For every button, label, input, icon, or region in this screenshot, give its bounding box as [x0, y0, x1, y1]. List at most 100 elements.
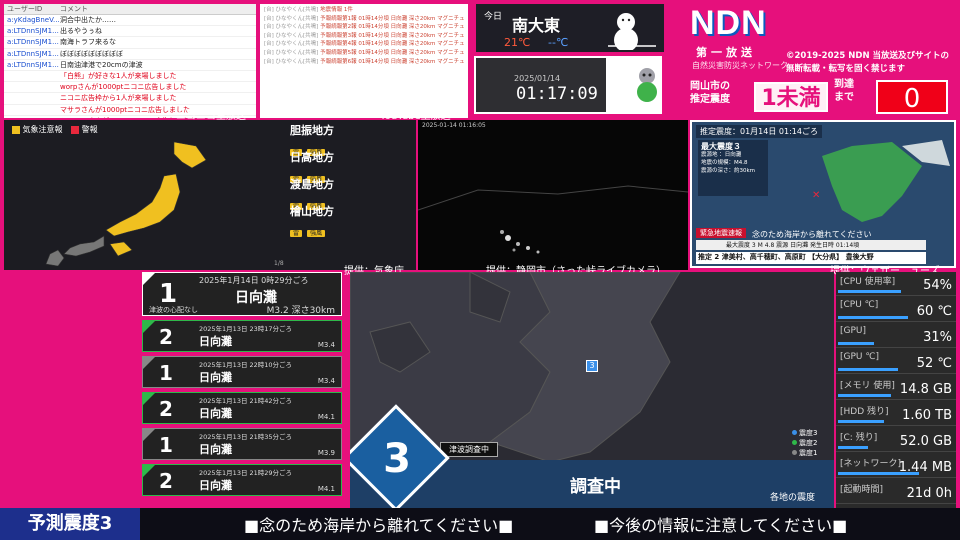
quake-item[interactable]: 1 2025年1月14日 0時29分ごろ 日向灘 津波の心配なし M3.2 深さ… [142, 272, 342, 316]
ndn-branding: NDN 第一放送 自然災害防災ネットワーク ©2019-2025 NDN 当放送… [690, 4, 956, 116]
quake-log-panel: [台] ひなやくん[共鳴] 地震情報 1件 [台] ひなやくん[共鳴] 予報続報第… [260, 4, 468, 118]
comment-row: 「白熊」が好きな1人が来場しました [4, 71, 256, 83]
stat-key: [CPU ℃] [840, 300, 879, 310]
stat-bar [838, 420, 884, 423]
temp-high: 21℃ [504, 36, 531, 49]
japan-map [45, 141, 207, 266]
ticker-message-2: ■今後の情報に注意してください■ [594, 516, 848, 535]
quake-item[interactable]: 2 2025年1月13日 21時42分ごろ 日向灘 M4.1 [142, 392, 342, 424]
comments-header: ユーザーID コメント [4, 4, 256, 15]
city-line1: 岡山市の [690, 81, 730, 92]
comment-row: a:yKdagBneV... 洞合中出たか…… [4, 15, 256, 27]
weather-location: 南大東 [512, 16, 561, 35]
stat-key: [起動時間] [840, 485, 884, 495]
ndn-logo: NDN [690, 4, 767, 42]
header-user: ユーザーID [7, 5, 43, 13]
clock-panel: 2025/01/14 01:17:09 [474, 56, 662, 114]
temp-low: --℃ [548, 36, 569, 49]
legend-text: 震度1 [799, 449, 818, 457]
quake-magnitude: M4.1 [317, 413, 335, 421]
quake-item[interactable]: 2 2025年1月13日 23時17分ごろ 日向灘 M3.4 [142, 320, 342, 352]
predicted-intensity: 予測震度3 [0, 508, 140, 540]
tsunami-note: 津波の心配なし [149, 306, 198, 314]
intensity-corner [143, 321, 155, 333]
stat-row: [起動時間] 21d 0h [836, 480, 956, 504]
log-author: [台] ひなやくん[共鳴] [264, 49, 319, 56]
ndn-copyright: ©2019-2025 NDN 当放送及びサイトの 無断転載・転写を固く禁じます [786, 50, 949, 76]
region-name: 檜山地方 [290, 205, 334, 218]
quake-log-line: [台] ひなやくん[共鳴] 地震情報 1件 [264, 6, 464, 15]
map-page: 1/8 [274, 260, 284, 267]
japan-warning-map: 気象注意報 警報 胆振地方雷 強風 日高地方雷 強風 渡島地方雷 強風 檜山地方雷 強… [4, 120, 416, 270]
quake-item[interactable]: 2 2025年1月13日 21時29分ごろ 日向灘 M4.1 [142, 464, 342, 496]
quake-log-line: [台] ひなやくん[共鳴] 予報続報第1報 01時14分頃 日向灘 深さ20km… [264, 15, 464, 24]
stat-bar [838, 342, 874, 345]
recent-quakes-list: 1 2025年1月14日 0時29分ごろ 日向灘 津波の心配なし M3.2 深さ… [142, 272, 344, 508]
comment-text: 出るやうぅね [60, 27, 102, 36]
stat-key: [C: 残り] [840, 433, 878, 443]
stat-row: [ネットワーク] 1.44 MB [836, 454, 956, 478]
quake-item[interactable]: 1 2025年1月13日 22時10分ごろ 日向灘 M3.4 [142, 356, 342, 388]
quake-magnitude: M3.4 [317, 377, 335, 385]
comment-user: a:LTDnnSJM1... [7, 49, 59, 58]
intensity-corner [143, 465, 155, 477]
quake-place: 日向灘 [199, 407, 232, 420]
quake-intensity: 2 [159, 397, 173, 421]
log-author: [台] ひなやくん[共鳴] [264, 15, 319, 22]
tsunami-status: 津波調査中 [440, 442, 498, 457]
quake-place: 日向灘 [199, 335, 232, 348]
log-author: [台] ひなやくん[共鳴] [264, 32, 319, 39]
log-text: 予報続報第5報 01時14分頃 日向灘 深さ20km マグニチュード4.8 予想… [320, 49, 464, 56]
comment-text: 洞合中出たか…… [60, 16, 116, 24]
tv-mag: 地震の規模：M4.8 [701, 160, 748, 166]
quake-item[interactable]: 1 2025年1月13日 21時35分ごろ 日向灘 M3.9 [142, 428, 342, 460]
status-text: 調査中 [570, 477, 621, 497]
log-text: 予報続報第1報 01時14分頃 日向灘 深さ20km マグニチュード4.9 予想… [320, 15, 464, 22]
ticker-message-1: ■念のため海岸から離れてください■ [244, 516, 514, 535]
stat-value: 52 ℃ [916, 356, 952, 371]
intensity-legend: 震度3 震度2 震度1 [792, 428, 817, 458]
tv-broadcast: 推定震度：01月14日 01:14ごろ 最大震度３ 震源地 ：日向灘 地震の規模… [690, 120, 956, 268]
night-view-image [418, 185, 688, 254]
quake-magnitude: M3.9 [317, 449, 335, 457]
tv-summary: 最大震度 3 M 4.8 震源 日向灘 発生日時 01:14頃 [696, 240, 926, 250]
tv-depth: 震源の深さ：約30km [701, 168, 756, 174]
max-intensity-value: 3 [383, 436, 411, 482]
intensity-corner [143, 429, 155, 441]
comment-user: a:LTDnnSJM1... [7, 27, 59, 36]
comment-row: worpさんが1000ptニコニ広告しました [4, 82, 256, 94]
tv-urgent-bar: 念のため海岸から離れてください [696, 228, 936, 239]
log-author: [台] ひなやくん[共鳴] [264, 24, 319, 31]
comment-user: a:LTDnnSJM1... [7, 60, 59, 69]
stat-bar [838, 290, 901, 293]
tv-kyushu-map: ✕ [812, 140, 950, 222]
stat-bar [838, 316, 908, 319]
clock-face: 2025/01/14 01:17:09 [476, 58, 606, 112]
legend-text: 震度3 [799, 429, 818, 437]
stat-key: [メモリ 使用] [840, 381, 895, 391]
quake-datetime: 2025年1月14日 0時29分ごろ [199, 276, 309, 285]
comment-text: ニコニ広告枠から1人が来場しました [60, 94, 177, 103]
live-camera: 2025-01-14 01:16:05 [418, 120, 688, 270]
stat-row: [HDD 残り] 1.60 TB [836, 402, 956, 426]
stat-value: 1.60 TB [902, 408, 952, 423]
tv-epicenter: 震源地 ：日向灘 [701, 152, 742, 158]
stat-row: [CPU 使用率] 54% [836, 272, 956, 296]
arrival-countdown: 0 [876, 80, 948, 114]
quake-place: 日向灘 [199, 479, 232, 492]
ndn-network-name: 自然災害防災ネットワーク [692, 61, 788, 70]
quake-log-line: [台] ひなやくん[共鳴] 予報続報第5報 01時14分頃 日向灘 深さ20km… [264, 49, 464, 58]
region-name: 渡島地方 [290, 178, 334, 191]
bottom-ticker: 予測震度3 ■念のため海岸から離れてください■ ■今後の情報に注意してください■ [0, 508, 960, 540]
log-author: [台] ひなやくん[共鳴] [264, 58, 319, 65]
quake-datetime: 2025年1月13日 21時42分ごろ [199, 397, 293, 405]
quake-place: 日向灘 [199, 371, 232, 384]
log-text: 予報続報第4報 01時14分頃 日向灘 深さ20km マグニチュード4.8 予想… [320, 41, 464, 48]
log-author: [台] ひなやくん[共鳴] [264, 7, 319, 13]
stat-value: 31% [923, 330, 952, 345]
stat-key: [GPU] [840, 326, 867, 336]
warning-region: 檜山地方雷 強風 [290, 203, 334, 239]
city-label: 岡山市の 推定震度 [690, 80, 730, 106]
comment-row: a:LTDnnSJM1... ぼぼぼぼぼぼぼぼぼ [4, 49, 256, 60]
comment-text: ぼぼぼぼぼぼぼぼぼ [60, 49, 123, 58]
